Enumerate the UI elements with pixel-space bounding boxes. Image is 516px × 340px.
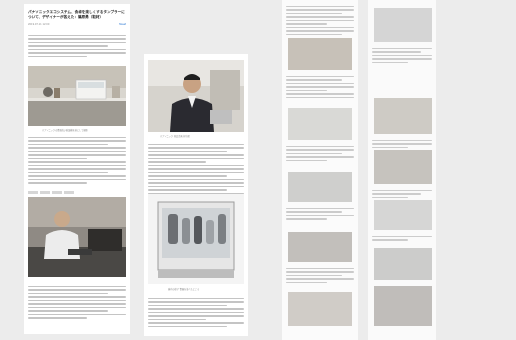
article-page-2: パナソニック 商品企画 担当者 庫内の様子 食器を並べたところ xyxy=(144,54,248,336)
page-3-photo-5 xyxy=(288,292,352,326)
article-title: パナソニックエコシステム、食卓を楽しくするタンブラーについて、デザイナーが答えた… xyxy=(28,10,125,19)
page-4-photo-6 xyxy=(374,286,432,326)
interview-photo xyxy=(28,197,126,277)
page-3-text-block xyxy=(286,76,354,100)
article-page-1: パナソニックエコシステム、食卓を楽しくするタンブラーについて、デザイナーが答えた… xyxy=(24,4,130,334)
photo-caption-2: パナソニック 商品企画 担当者 xyxy=(160,135,190,138)
tag-chip[interactable] xyxy=(40,191,50,194)
page-4-text-block xyxy=(372,190,432,200)
dishwasher-kitchen-photo xyxy=(28,66,126,126)
body-paragraph-4 xyxy=(148,298,244,329)
page-3-photo-4 xyxy=(288,232,352,262)
page-4-text-block xyxy=(372,140,432,150)
photo-caption-3: 庫内の様子 食器を並べたところ xyxy=(168,288,200,291)
share-link[interactable]: Tweet xyxy=(119,23,126,26)
page-3-text-block xyxy=(286,146,354,163)
article-page-4 xyxy=(368,0,436,340)
article-page-3 xyxy=(282,0,358,340)
speaker-portrait-photo xyxy=(148,60,244,132)
article-date: 2019.07.11 12:00 xyxy=(28,23,50,26)
body-paragraph-1 xyxy=(28,137,126,186)
tag-list xyxy=(28,191,74,194)
intro-paragraph xyxy=(28,35,126,59)
tag-chip[interactable] xyxy=(64,191,74,194)
page-3-photo-1 xyxy=(288,38,352,70)
page-4-photo-3 xyxy=(374,150,432,184)
page-3-text-block xyxy=(286,208,354,222)
page-3-photo-3 xyxy=(288,172,352,202)
page-3-text-block xyxy=(286,268,354,285)
photo-caption-1: パナソニックの食器洗い乾燥機を前にして撮影 xyxy=(42,129,88,132)
tag-chip[interactable] xyxy=(52,191,62,194)
body-paragraph-2 xyxy=(28,286,126,321)
page-4-photo-4 xyxy=(374,200,432,230)
page-3-photo-2 xyxy=(288,108,352,140)
page-4-text-block xyxy=(372,48,432,65)
dishwasher-interior-photo xyxy=(148,194,244,284)
page-4-photo-1 xyxy=(374,8,432,42)
page-4-text-block xyxy=(372,236,432,243)
page-4-photo-2 xyxy=(374,98,432,134)
page-4-photo-5 xyxy=(374,248,432,280)
page-3-text-block xyxy=(286,6,354,37)
tag-chip[interactable] xyxy=(28,191,38,194)
